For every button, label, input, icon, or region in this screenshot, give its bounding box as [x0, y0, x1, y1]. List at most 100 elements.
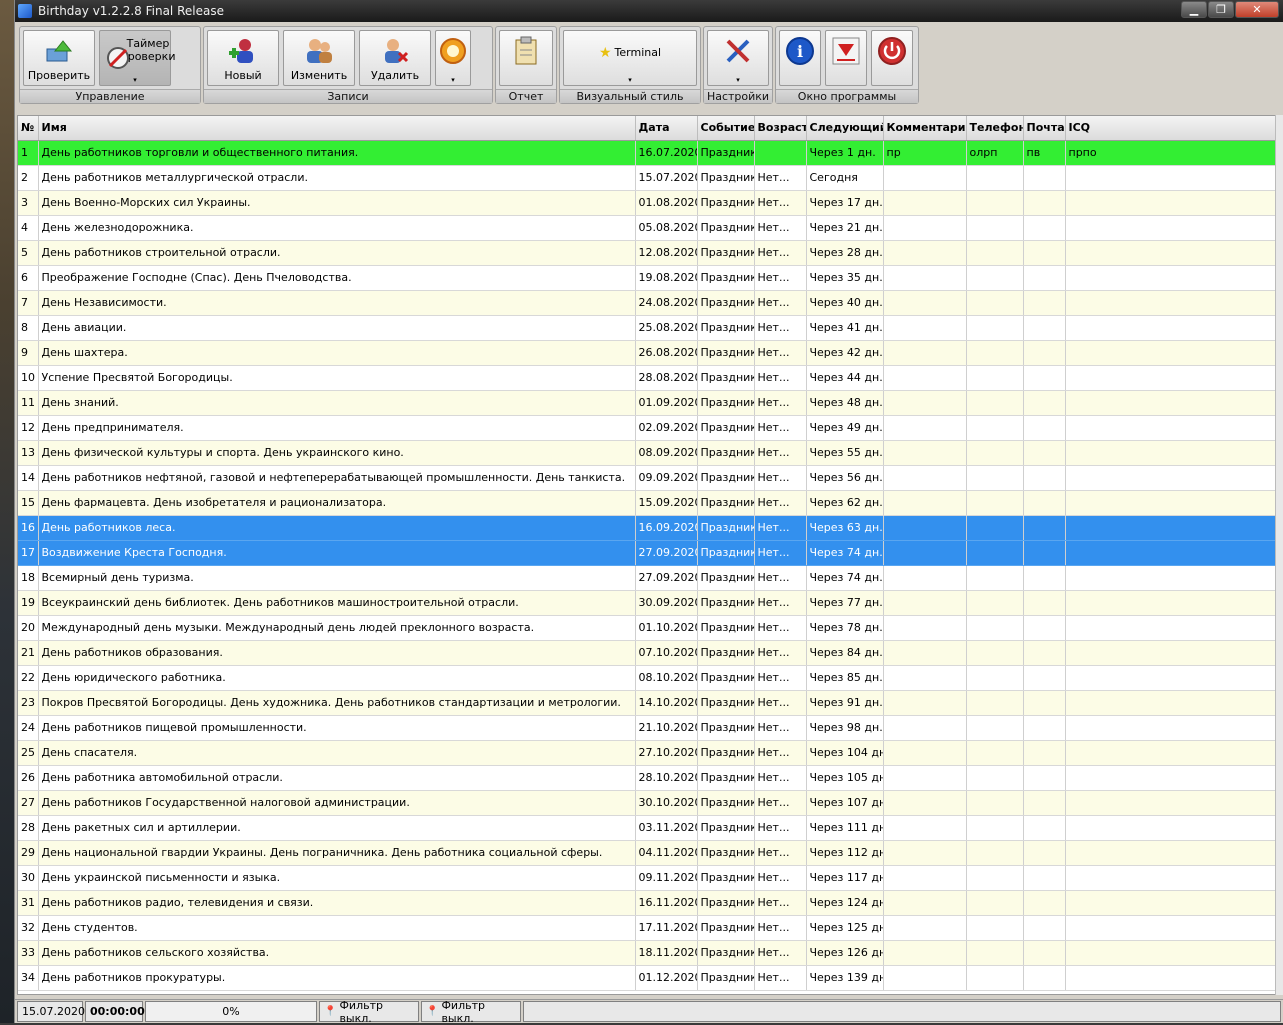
edit-record-button[interactable]: Изменить — [283, 30, 355, 86]
cell-date[interactable]: 01.10.2020 — [635, 615, 698, 641]
cell-age[interactable]: Нет... — [754, 590, 807, 616]
cell-icq[interactable] — [1065, 340, 1275, 366]
cell-next[interactable]: Через 91 дн. — [806, 690, 884, 716]
cell-event[interactable]: Праздник — [697, 140, 755, 166]
table-row[interactable]: 21 День работников образования. 07.10.2020… — [18, 640, 1275, 666]
cell-age[interactable]: Нет... — [754, 615, 807, 641]
cell-mail[interactable]: пв — [1023, 140, 1066, 166]
cell-phone[interactable] — [966, 765, 1024, 791]
cell-comment[interactable] — [883, 665, 967, 691]
cell-event[interactable]: Праздник — [697, 915, 755, 941]
cell-event[interactable]: Праздник — [697, 540, 755, 566]
cell-comment[interactable] — [883, 165, 967, 191]
cell-event[interactable]: Праздник — [697, 865, 755, 891]
cell-name[interactable]: День национальной гвардии Украины. День … — [38, 840, 636, 866]
table-row[interactable]: 31 День работников радио, телевидения и с… — [18, 890, 1275, 916]
cell-date[interactable]: 24.08.2020 — [635, 290, 698, 316]
cell-age[interactable]: Нет... — [754, 440, 807, 466]
sync-button[interactable]: ▾ — [435, 30, 471, 86]
cell-mail[interactable] — [1023, 890, 1066, 916]
cell-event[interactable]: Праздник — [697, 165, 755, 191]
cell-next[interactable]: Через 17 дн. — [806, 190, 884, 216]
cell-age[interactable]: Нет... — [754, 915, 807, 941]
cell-mail[interactable] — [1023, 315, 1066, 341]
cell-phone[interactable] — [966, 915, 1024, 941]
cell-phone[interactable] — [966, 965, 1024, 991]
cell-icq[interactable] — [1065, 290, 1275, 316]
cell-comment[interactable] — [883, 615, 967, 641]
table-row[interactable]: 3 День Военно-Морских сил Украины. 01.08.2… — [18, 190, 1275, 216]
cell-next[interactable]: Через 48 дн. — [806, 390, 884, 416]
cell-phone[interactable] — [966, 840, 1024, 866]
cell-name[interactable]: День работников леса. — [38, 515, 636, 541]
cell-next[interactable]: Через 21 дн. — [806, 215, 884, 241]
cell-mail[interactable] — [1023, 440, 1066, 466]
cell-comment[interactable] — [883, 490, 967, 516]
cell-mail[interactable] — [1023, 690, 1066, 716]
cell-event[interactable]: Праздник — [697, 890, 755, 916]
cell-date[interactable]: 28.10.2020 — [635, 765, 698, 791]
cell-event[interactable]: Праздник — [697, 790, 755, 816]
cell-icq[interactable] — [1065, 765, 1275, 791]
table-row[interactable]: 28 День ракетных сил и артиллерии. 03.11.2… — [18, 815, 1275, 841]
cell-phone[interactable] — [966, 890, 1024, 916]
cell-age[interactable]: Нет... — [754, 965, 807, 991]
cell-phone[interactable] — [966, 415, 1024, 441]
cell-icq[interactable] — [1065, 890, 1275, 916]
table-row[interactable]: 14 День работников нефтяной, газовой и не… — [18, 465, 1275, 491]
cell-mail[interactable] — [1023, 790, 1066, 816]
cell-icq[interactable] — [1065, 240, 1275, 266]
cell-comment[interactable] — [883, 465, 967, 491]
cell-phone[interactable] — [966, 815, 1024, 841]
cell-comment[interactable] — [883, 265, 967, 291]
title-bar[interactable]: Birthday v1.2.2.8 Final Release ▁ ❐ ✕ — [15, 0, 1283, 22]
cell-date[interactable]: 04.11.2020 — [635, 840, 698, 866]
cell-comment[interactable] — [883, 915, 967, 941]
cell-name[interactable]: День работников сельского хозяйства. — [38, 940, 636, 966]
cell-comment[interactable] — [883, 515, 967, 541]
cell-age[interactable]: Нет... — [754, 315, 807, 341]
cell-phone[interactable] — [966, 165, 1024, 191]
cell-next[interactable]: Через 28 дн. — [806, 240, 884, 266]
cell-icq[interactable] — [1065, 190, 1275, 216]
cell-date[interactable]: 08.10.2020 — [635, 665, 698, 691]
cell-comment[interactable] — [883, 965, 967, 991]
cell-date[interactable]: 30.09.2020 — [635, 590, 698, 616]
column-header-age[interactable]: Возраст — [754, 116, 807, 141]
cell-age[interactable]: Нет... — [754, 515, 807, 541]
cell-name[interactable]: День шахтера. — [38, 340, 636, 366]
cell-age[interactable]: Нет... — [754, 865, 807, 891]
cell-name[interactable]: День Военно-Морских сил Украины. — [38, 190, 636, 216]
settings-button[interactable]: ▾ — [707, 30, 769, 86]
cell-name[interactable]: День юридического работника. — [38, 665, 636, 691]
cell-phone[interactable] — [966, 390, 1024, 416]
table-row[interactable]: 8 День авиации. 25.08.2020 Праздник Нет... Че… — [18, 315, 1275, 341]
cell-date[interactable]: 27.09.2020 — [635, 540, 698, 566]
cell-next[interactable]: Через 74 дн. — [806, 540, 884, 566]
cell-name[interactable]: Международный день музыки. Международный… — [38, 615, 636, 641]
cell-icq[interactable] — [1065, 915, 1275, 941]
column-header-date[interactable]: Дата — [635, 116, 698, 141]
cell-age[interactable]: Нет... — [754, 715, 807, 741]
cell-mail[interactable] — [1023, 490, 1066, 516]
cell-next[interactable]: Сегодня — [806, 165, 884, 191]
cell-date[interactable]: 16.09.2020 — [635, 515, 698, 541]
cell-number[interactable]: 30 — [18, 865, 39, 891]
cell-number[interactable]: 12 — [18, 415, 39, 441]
cell-event[interactable]: Праздник — [697, 565, 755, 591]
cell-comment[interactable] — [883, 815, 967, 841]
column-header-mail[interactable]: Почта — [1023, 116, 1066, 141]
cell-icq[interactable] — [1065, 440, 1275, 466]
cell-number[interactable]: 18 — [18, 565, 39, 591]
cell-date[interactable]: 05.08.2020 — [635, 215, 698, 241]
cell-name[interactable]: Воздвижение Креста Господня. — [38, 540, 636, 566]
cell-phone[interactable] — [966, 540, 1024, 566]
table-row[interactable]: 26 День работника автомобильной отрасли. 2… — [18, 765, 1275, 791]
table-row[interactable]: 17 Воздвижение Креста Господня. 27.09.2020… — [18, 540, 1275, 566]
cell-next[interactable]: Через 55 дн. — [806, 440, 884, 466]
cell-age[interactable]: Нет... — [754, 815, 807, 841]
cell-mail[interactable] — [1023, 665, 1066, 691]
cell-icq[interactable] — [1065, 490, 1275, 516]
cell-mail[interactable] — [1023, 340, 1066, 366]
cell-mail[interactable] — [1023, 940, 1066, 966]
